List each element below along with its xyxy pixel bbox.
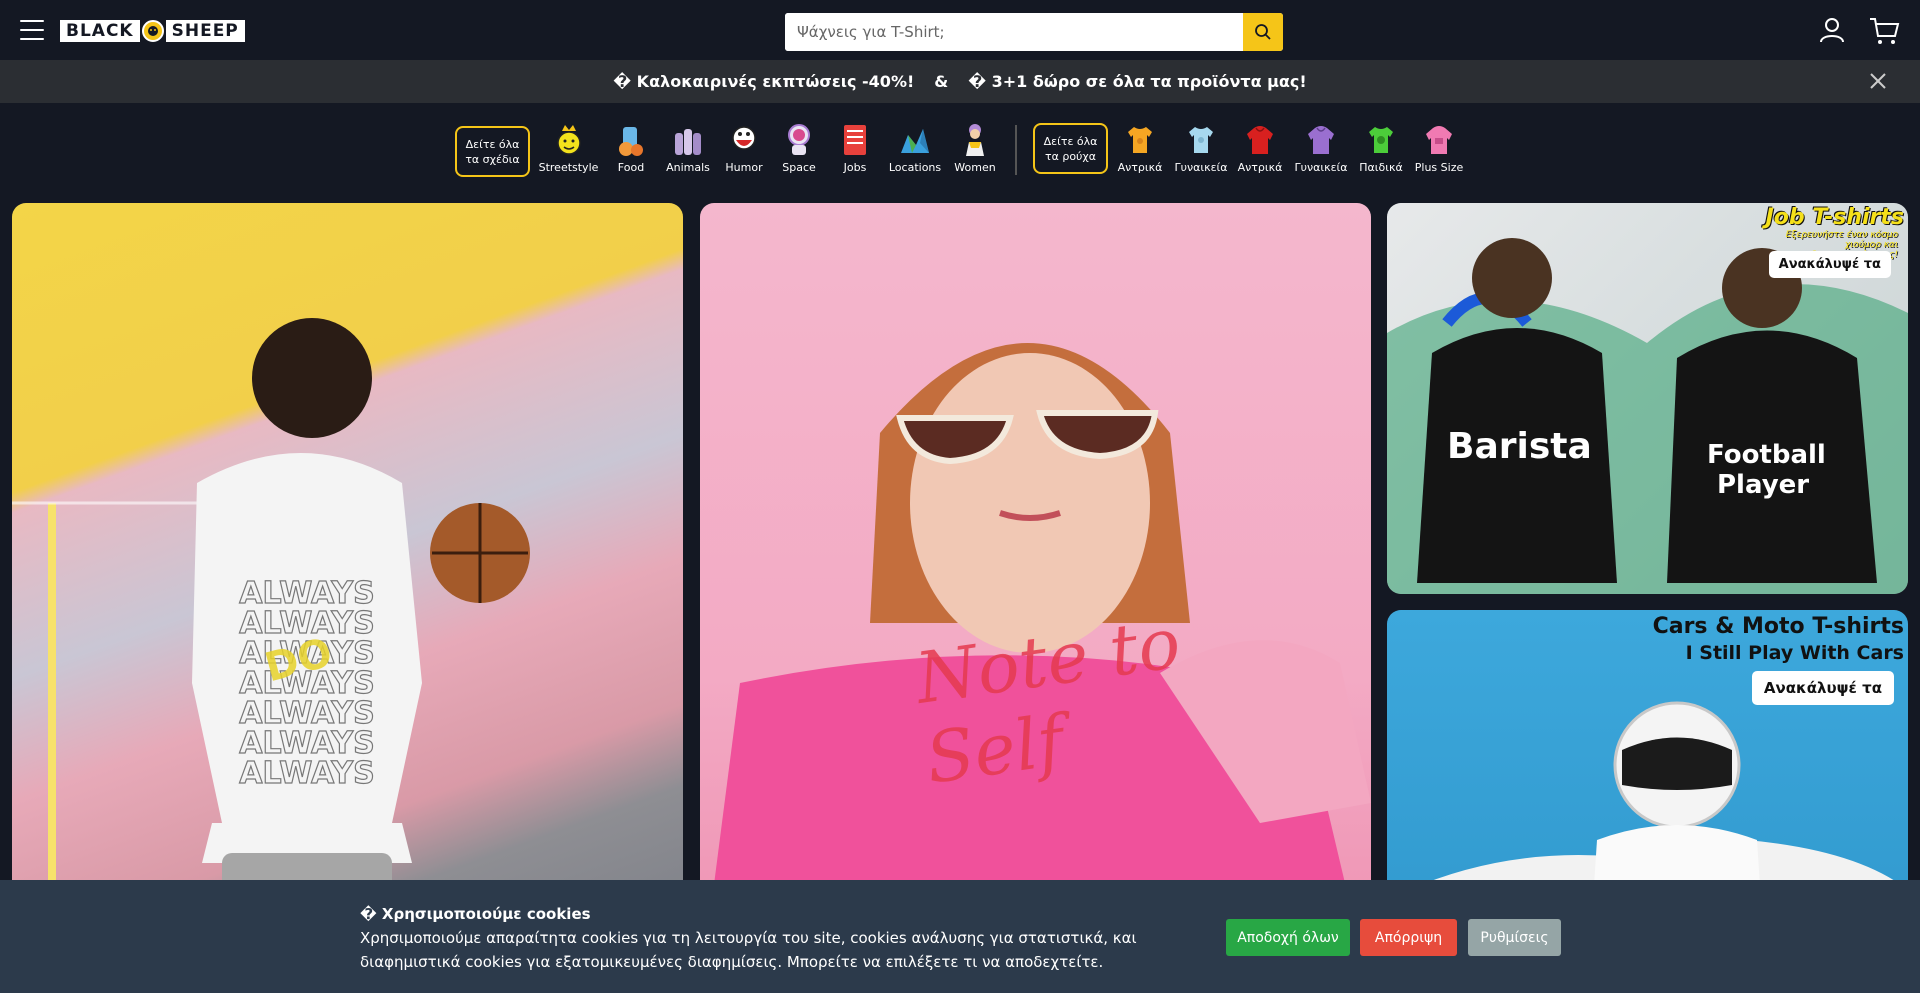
user-icon[interactable] xyxy=(1818,16,1846,44)
hero-image-woman-phone: Note to Self xyxy=(700,343,1371,993)
cars-tshirts-title: Cars & Moto T-shirts I Still Play With C… xyxy=(1653,614,1904,666)
cart-icon[interactable] xyxy=(1868,16,1900,46)
category-label: Γυναικεία xyxy=(1294,161,1348,174)
category-label: Αντρικά xyxy=(1237,161,1283,174)
logo-text-left: BLACK xyxy=(60,20,140,42)
site-header: BLACK SHEEP xyxy=(0,0,1920,60)
see-all-clothes-button[interactable]: Δείτε όλα τα ρούχα xyxy=(1033,123,1108,174)
blue-tshirt-icon xyxy=(1183,121,1219,159)
hero-card-women[interactable]: Note to Self xyxy=(700,203,1371,993)
logo-text-right: SHEEP xyxy=(165,20,245,42)
cookie-title: � Χρησιμοποιούμε cookies xyxy=(360,905,591,923)
menu-icon[interactable] xyxy=(20,20,44,40)
category-plus-size[interactable]: Plus Size xyxy=(1414,121,1464,181)
cars-tshirts-discover-button[interactable]: Ανακάλυψέ τα xyxy=(1751,671,1894,705)
category-streetstyle[interactable]: Streetstyle xyxy=(538,121,599,181)
category-food[interactable]: Food xyxy=(611,121,651,181)
svg-text:ALWAYS: ALWAYS xyxy=(239,756,374,791)
category-label: Plus Size xyxy=(1414,161,1464,174)
cookie-banner: � Χρησιμοποιούμε cookies Χρησιμοποιούμε … xyxy=(0,880,1920,993)
women-icon xyxy=(957,121,993,159)
hero-image-boy-basketball: ALWAYS ALWAYS ALWAYS ALWAYS ALWAYS ALWAY… xyxy=(12,318,530,993)
promo-bar: � Καλοκαιρινές εκπτώσεις -40%! & � 3+1 δ… xyxy=(0,60,1920,103)
animals-icon xyxy=(670,121,706,159)
category-women-hoodies[interactable]: Γυναικεία xyxy=(1294,121,1348,181)
category-women[interactable]: Women xyxy=(953,121,997,181)
cars-title-line-1: Cars & Moto T-shirts xyxy=(1652,614,1904,639)
hero-card-job-tshirts[interactable]: Barista Football Player Job T-shirts Εξε… xyxy=(1387,203,1908,594)
category-strip: Δείτε όλα τα σχέδια Streetstyle Food Ani… xyxy=(0,103,1920,187)
astronaut-icon xyxy=(781,121,817,159)
category-space[interactable]: Space xyxy=(780,121,818,181)
crown-emoji-icon xyxy=(551,121,587,159)
category-label: Women xyxy=(954,161,996,174)
category-label: Animals xyxy=(666,161,710,174)
purple-hoodie-icon xyxy=(1303,121,1339,159)
red-hoodie-icon xyxy=(1242,121,1278,159)
site-logo[interactable]: BLACK SHEEP xyxy=(60,20,245,42)
locations-icon xyxy=(897,121,933,159)
green-tshirt-icon xyxy=(1363,121,1399,159)
see-all-designs-button[interactable]: Δείτε όλα τα σχέδια xyxy=(455,126,530,177)
hero-card-streetstyle[interactable]: ALWAYS ALWAYS ALWAYS ALWAYS ALWAYS ALWAY… xyxy=(12,203,683,993)
job-tshirts-title: Job T-shirts xyxy=(1765,205,1904,230)
category-label: Food xyxy=(617,161,645,174)
category-label: Παιδικά xyxy=(1359,161,1403,174)
category-animals[interactable]: Animals xyxy=(666,121,710,181)
search-input[interactable] xyxy=(785,13,1243,51)
job-tshirts-discover-button[interactable]: Ανακάλυψέ τα xyxy=(1768,251,1891,278)
close-icon[interactable] xyxy=(1868,71,1888,91)
search-bar xyxy=(785,13,1283,51)
food-icon xyxy=(613,121,649,159)
promo-text-2: � 3+1 δώρο σε όλα τα προϊόντα μας! xyxy=(968,72,1307,91)
promo-separator: & xyxy=(934,72,949,91)
category-humor[interactable]: Humor xyxy=(725,121,763,181)
category-label: Streetstyle xyxy=(538,161,599,174)
search-icon xyxy=(1255,24,1271,40)
category-women-tshirts[interactable]: Γυναικεία xyxy=(1174,121,1228,181)
svg-text:Barista: Barista xyxy=(1447,426,1592,467)
category-label: Γυναικεία xyxy=(1174,161,1228,174)
category-men-hoodies[interactable]: Αντρικά xyxy=(1238,121,1282,181)
accept-all-button[interactable]: Αποδοχή όλων xyxy=(1226,919,1350,956)
svg-text:Player: Player xyxy=(1717,470,1809,500)
category-jobs[interactable]: Jobs xyxy=(840,121,870,181)
cars-title-line-2: I Still Play With Cars xyxy=(1685,642,1904,664)
jobs-icon xyxy=(837,121,873,159)
orange-tshirt-icon xyxy=(1122,121,1158,159)
search-button[interactable] xyxy=(1243,13,1283,51)
category-label: Αντρικά xyxy=(1117,161,1163,174)
pink-hoodie-icon xyxy=(1421,121,1457,159)
category-label: Space xyxy=(782,161,816,174)
promo-text-1: � Καλοκαιρινές εκπτώσεις -40%! xyxy=(613,72,915,91)
category-divider xyxy=(1015,125,1017,175)
cookie-body: Χρησιμοποιούμε απαραίτητα cookies για τη… xyxy=(360,929,1137,971)
category-locations[interactable]: Locations xyxy=(889,121,941,181)
category-men-tshirts[interactable]: Αντρικά xyxy=(1118,121,1162,181)
svg-text:Football: Football xyxy=(1707,440,1826,470)
reject-button[interactable]: Απόρριψη xyxy=(1360,919,1457,956)
category-label: Locations xyxy=(888,161,942,174)
humor-icon xyxy=(726,121,762,159)
sheep-logo-icon xyxy=(141,20,164,42)
category-label: Humor xyxy=(725,161,763,174)
category-kids[interactable]: Παιδικά xyxy=(1359,121,1403,181)
category-label: Jobs xyxy=(843,161,867,174)
cookie-settings-button[interactable]: Ρυθμίσεις xyxy=(1468,919,1561,956)
cookie-text: � Χρησιμοποιούμε cookies Χρησιμοποιούμε … xyxy=(360,902,1200,974)
